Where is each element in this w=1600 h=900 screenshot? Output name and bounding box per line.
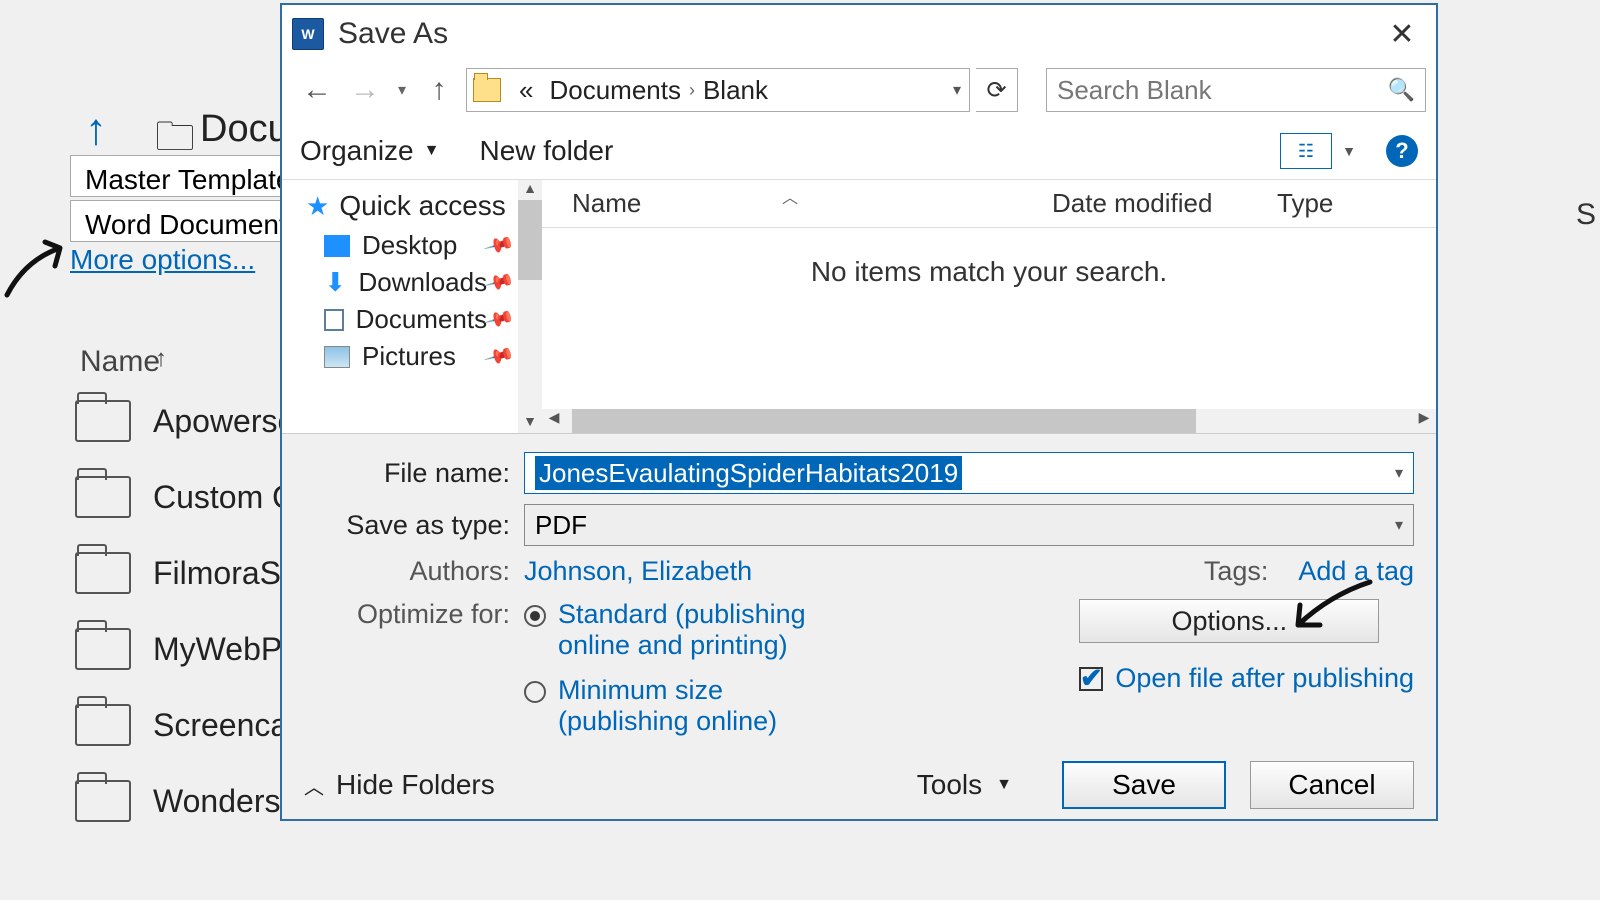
chevron-down-icon[interactable]: ▾: [1395, 463, 1403, 483]
chevron-up-icon: ︿: [304, 771, 324, 800]
document-icon: [324, 309, 344, 331]
authors-value[interactable]: Johnson, Elizabeth: [524, 556, 752, 587]
dialog-titlebar[interactable]: W Save As ✕: [282, 5, 1436, 63]
save-button[interactable]: Save: [1062, 761, 1226, 809]
folder-icon: [75, 476, 131, 518]
word-app-icon: W: [292, 18, 324, 50]
radio-off-icon: [524, 681, 546, 703]
star-icon: ★: [306, 191, 329, 222]
list-item[interactable]: Screencast: [75, 704, 313, 746]
sort-indicator-icon: ︿: [782, 184, 798, 208]
tools-dropdown[interactable]: Tools▼: [917, 769, 1012, 801]
nav-up-button[interactable]: ↑: [418, 69, 460, 111]
sidebar-item-documents[interactable]: Documents📌: [324, 304, 542, 335]
save-type-value: PDF: [525, 510, 597, 541]
pin-icon: 📌: [483, 228, 517, 262]
address-bar[interactable]: « Documents › Blank ▾: [466, 68, 970, 112]
bg-filename-dropdown[interactable]: Master Template 20: [70, 155, 290, 197]
folder-icon: [75, 704, 131, 746]
sidebar-item-downloads[interactable]: ⬇Downloads📌: [324, 267, 542, 298]
chevron-down-icon[interactable]: ▾: [953, 80, 961, 100]
chevron-down-icon: ▼: [996, 776, 1012, 794]
list-item[interactable]: FilmoraSc: [75, 552, 297, 594]
view-mode-dropdown-icon[interactable]: ▼: [1336, 143, 1362, 159]
scroll-up-icon[interactable]: ▲: [518, 180, 542, 200]
list-item[interactable]: Wondersh: [75, 780, 298, 822]
pin-icon: 📌: [483, 302, 517, 336]
cancel-button[interactable]: Cancel: [1250, 761, 1414, 809]
new-folder-button[interactable]: New folder: [479, 135, 613, 167]
radio-standard[interactable]: Standard (publishing online and printing…: [524, 599, 818, 661]
view-mode-button[interactable]: ☷: [1280, 133, 1332, 169]
search-input[interactable]: Search Blank 🔍: [1046, 68, 1426, 112]
file-name-label: File name:: [304, 458, 524, 489]
scrollbar-thumb[interactable]: [518, 200, 542, 280]
quick-access-group[interactable]: ★Quick access: [306, 190, 542, 222]
save-as-dialog: W Save As ✕ ← → ▾ ↑ « Documents › Blank …: [280, 3, 1438, 821]
dialog-title: Save As: [338, 17, 1374, 51]
radio-minimum-size[interactable]: Minimum size (publishing online): [524, 675, 818, 737]
search-placeholder: Search Blank: [1057, 75, 1212, 106]
more-options-link[interactable]: More options...: [70, 244, 255, 276]
folder-icon: [75, 780, 131, 822]
folder-icon: [473, 78, 501, 102]
save-type-dropdown[interactable]: PDF ▾: [524, 504, 1414, 546]
breadcrumb-documents[interactable]: Documents: [541, 75, 689, 106]
sidebar-item-pictures[interactable]: Pictures📌: [324, 341, 542, 372]
tags-label: Tags:: [1204, 556, 1283, 587]
bg-name-header[interactable]: Name: [80, 345, 160, 379]
organize-button[interactable]: Organize▼: [300, 135, 439, 167]
save-type-label: Save as type:: [304, 510, 524, 541]
pin-icon: 📌: [483, 265, 517, 299]
nav-forward-button: →: [344, 69, 386, 111]
scroll-left-icon[interactable]: ◀: [542, 409, 566, 433]
options-button[interactable]: Options...: [1079, 599, 1379, 643]
tags-value[interactable]: Add a tag: [1298, 556, 1414, 587]
chevron-down-icon: ▼: [424, 142, 440, 160]
pictures-icon: [324, 346, 350, 368]
folder-icon: [75, 552, 131, 594]
column-type[interactable]: Type: [1277, 188, 1436, 219]
up-icon[interactable]: ↑: [85, 105, 107, 155]
navigation-pane: ★Quick access Desktop📌 ⬇Downloads📌 Docum…: [282, 180, 542, 433]
help-button[interactable]: ?: [1386, 135, 1418, 167]
file-name-value: JonesEvaulatingSpiderHabitats2019: [535, 456, 962, 490]
folder-icon: [75, 628, 131, 670]
checkbox-checked-icon: ✔: [1079, 667, 1103, 691]
nav-back-button[interactable]: ←: [296, 69, 338, 111]
scroll-down-icon[interactable]: ▼: [518, 413, 542, 433]
breadcrumb-blank[interactable]: Blank: [695, 75, 776, 106]
folder-icon: [75, 400, 131, 442]
list-item[interactable]: Apowerso: [75, 400, 295, 442]
cropped-letter: S: [1576, 198, 1596, 232]
refresh-button[interactable]: ⟳: [976, 68, 1018, 112]
horizontal-scrollbar[interactable]: ◀ ▶: [542, 409, 1436, 433]
chevron-down-icon[interactable]: ▾: [1395, 515, 1403, 535]
sort-asc-icon[interactable]: ↑: [155, 345, 167, 373]
breadcrumb-separator[interactable]: «: [511, 75, 541, 106]
scrollbar-thumb[interactable]: [572, 409, 1196, 433]
download-icon: ⬇: [324, 272, 346, 294]
history-dropdown-icon[interactable]: ▾: [392, 80, 412, 100]
authors-label: Authors:: [304, 556, 524, 587]
pin-icon: 📌: [483, 339, 517, 373]
open-after-publishing-checkbox[interactable]: ✔Open file after publishing: [1079, 663, 1414, 694]
optimize-label: Optimize for:: [304, 599, 524, 630]
column-headers: Name︿ Date modified Type: [542, 180, 1436, 228]
column-date-modified[interactable]: Date modified: [1052, 188, 1277, 219]
scroll-right-icon[interactable]: ▶: [1412, 409, 1436, 433]
hide-folders-button[interactable]: ︿Hide Folders: [304, 769, 495, 801]
close-button[interactable]: ✕: [1374, 11, 1430, 57]
empty-list-message: No items match your search.: [542, 228, 1436, 409]
bg-filetype-dropdown[interactable]: Word Document (*.: [70, 200, 290, 242]
radio-on-icon: [524, 605, 546, 627]
file-name-input[interactable]: JonesEvaulatingSpiderHabitats2019 ▾: [524, 452, 1414, 494]
sidebar-item-desktop[interactable]: Desktop📌: [324, 230, 542, 261]
list-item[interactable]: Custom O: [75, 476, 297, 518]
column-name[interactable]: Name︿: [542, 188, 1052, 219]
desktop-icon: [324, 235, 350, 257]
search-icon[interactable]: 🔍: [1388, 77, 1415, 103]
